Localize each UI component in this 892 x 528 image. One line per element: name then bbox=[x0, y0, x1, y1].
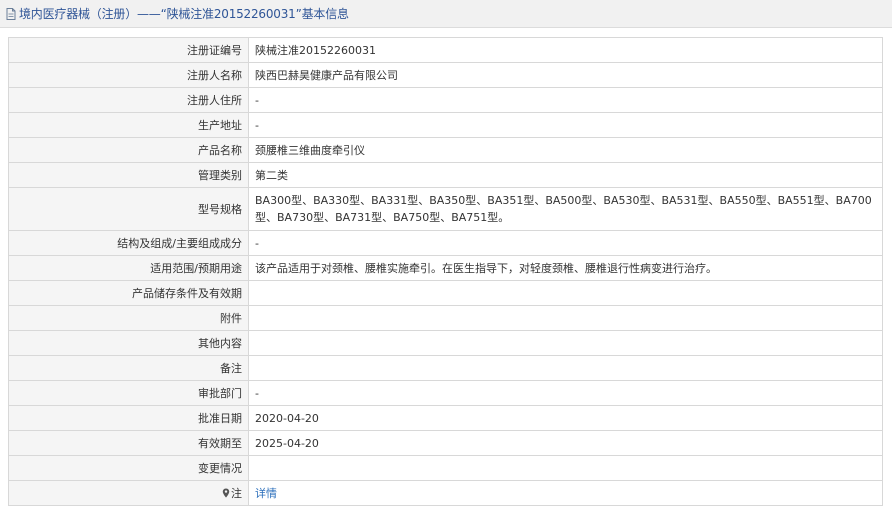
field-value: 陕西巴赫昊健康产品有限公司 bbox=[248, 62, 883, 88]
table-row: 适用范围/预期用途 该产品适用于对颈椎、腰椎实施牵引。在医生指导下，对轻度颈椎、… bbox=[8, 255, 883, 281]
table-row: 型号规格 BA300型、BA330型、BA331型、BA350型、BA351型、… bbox=[8, 187, 883, 231]
page-header: 境内医疗器械（注册）——“陕械注准20152260031”基本信息 bbox=[0, 0, 892, 28]
field-value: 颈腰椎三维曲度牵引仪 bbox=[248, 137, 883, 163]
field-value: - bbox=[248, 380, 883, 406]
field-value: 第二类 bbox=[248, 162, 883, 188]
field-label: 注册人名称 bbox=[8, 62, 249, 88]
field-value bbox=[248, 280, 883, 306]
table-row: 注册证编号 陕械注准20152260031 bbox=[8, 37, 883, 63]
field-value: - bbox=[248, 230, 883, 256]
field-value: - bbox=[248, 87, 883, 113]
table-row: 其他内容 bbox=[8, 330, 883, 356]
note-label: 注 bbox=[231, 487, 242, 500]
field-value: BA300型、BA330型、BA331型、BA350型、BA351型、BA500… bbox=[248, 187, 883, 231]
details-link[interactable]: 详情 bbox=[255, 487, 277, 500]
table-row: 附件 bbox=[8, 305, 883, 331]
table-row: 产品名称 颈腰椎三维曲度牵引仪 bbox=[8, 137, 883, 163]
table-row: 审批部门 - bbox=[8, 380, 883, 406]
page-title: 境内医疗器械（注册）——“陕械注准20152260031”基本信息 bbox=[19, 7, 349, 21]
field-label: 产品名称 bbox=[8, 137, 249, 163]
document-icon bbox=[6, 7, 16, 20]
field-label: 适用范围/预期用途 bbox=[8, 255, 249, 281]
note-label-cell: 注 bbox=[8, 480, 249, 506]
field-label: 审批部门 bbox=[8, 380, 249, 406]
field-label: 型号规格 bbox=[8, 187, 249, 231]
table-row: 生产地址 - bbox=[8, 112, 883, 138]
field-label: 其他内容 bbox=[8, 330, 249, 356]
table-row: 注 详情 bbox=[8, 480, 883, 506]
table-row: 备注 bbox=[8, 355, 883, 381]
field-label: 结构及组成/主要组成成分 bbox=[8, 230, 249, 256]
field-label: 附件 bbox=[8, 305, 249, 331]
table-row: 注册人住所 - bbox=[8, 87, 883, 113]
info-table: 注册证编号 陕械注准20152260031 注册人名称 陕西巴赫昊健康产品有限公… bbox=[8, 37, 883, 506]
field-value: - bbox=[248, 112, 883, 138]
field-value: 2025-04-20 bbox=[248, 430, 883, 456]
location-pin-icon bbox=[222, 488, 230, 498]
field-value bbox=[248, 455, 883, 481]
field-value bbox=[248, 355, 883, 381]
table-row: 批准日期 2020-04-20 bbox=[8, 405, 883, 431]
field-value bbox=[248, 330, 883, 356]
field-value: 陕械注准20152260031 bbox=[248, 37, 883, 63]
field-label: 变更情况 bbox=[8, 455, 249, 481]
table-row: 管理类别 第二类 bbox=[8, 162, 883, 188]
field-label: 生产地址 bbox=[8, 112, 249, 138]
field-label: 批准日期 bbox=[8, 405, 249, 431]
table-row: 注册人名称 陕西巴赫昊健康产品有限公司 bbox=[8, 62, 883, 88]
note-value: 详情 bbox=[248, 480, 883, 506]
table-row: 变更情况 bbox=[8, 455, 883, 481]
table-row: 产品储存条件及有效期 bbox=[8, 280, 883, 306]
field-value: 该产品适用于对颈椎、腰椎实施牵引。在医生指导下，对轻度颈椎、腰椎退行性病变进行治… bbox=[248, 255, 883, 281]
field-label: 产品储存条件及有效期 bbox=[8, 280, 249, 306]
field-label: 注册证编号 bbox=[8, 37, 249, 63]
field-label: 管理类别 bbox=[8, 162, 249, 188]
field-label: 备注 bbox=[8, 355, 249, 381]
table-row: 有效期至 2025-04-20 bbox=[8, 430, 883, 456]
field-value: 2020-04-20 bbox=[248, 405, 883, 431]
field-value bbox=[248, 305, 883, 331]
field-label: 注册人住所 bbox=[8, 87, 249, 113]
field-label: 有效期至 bbox=[8, 430, 249, 456]
table-row: 结构及组成/主要组成成分 - bbox=[8, 230, 883, 256]
